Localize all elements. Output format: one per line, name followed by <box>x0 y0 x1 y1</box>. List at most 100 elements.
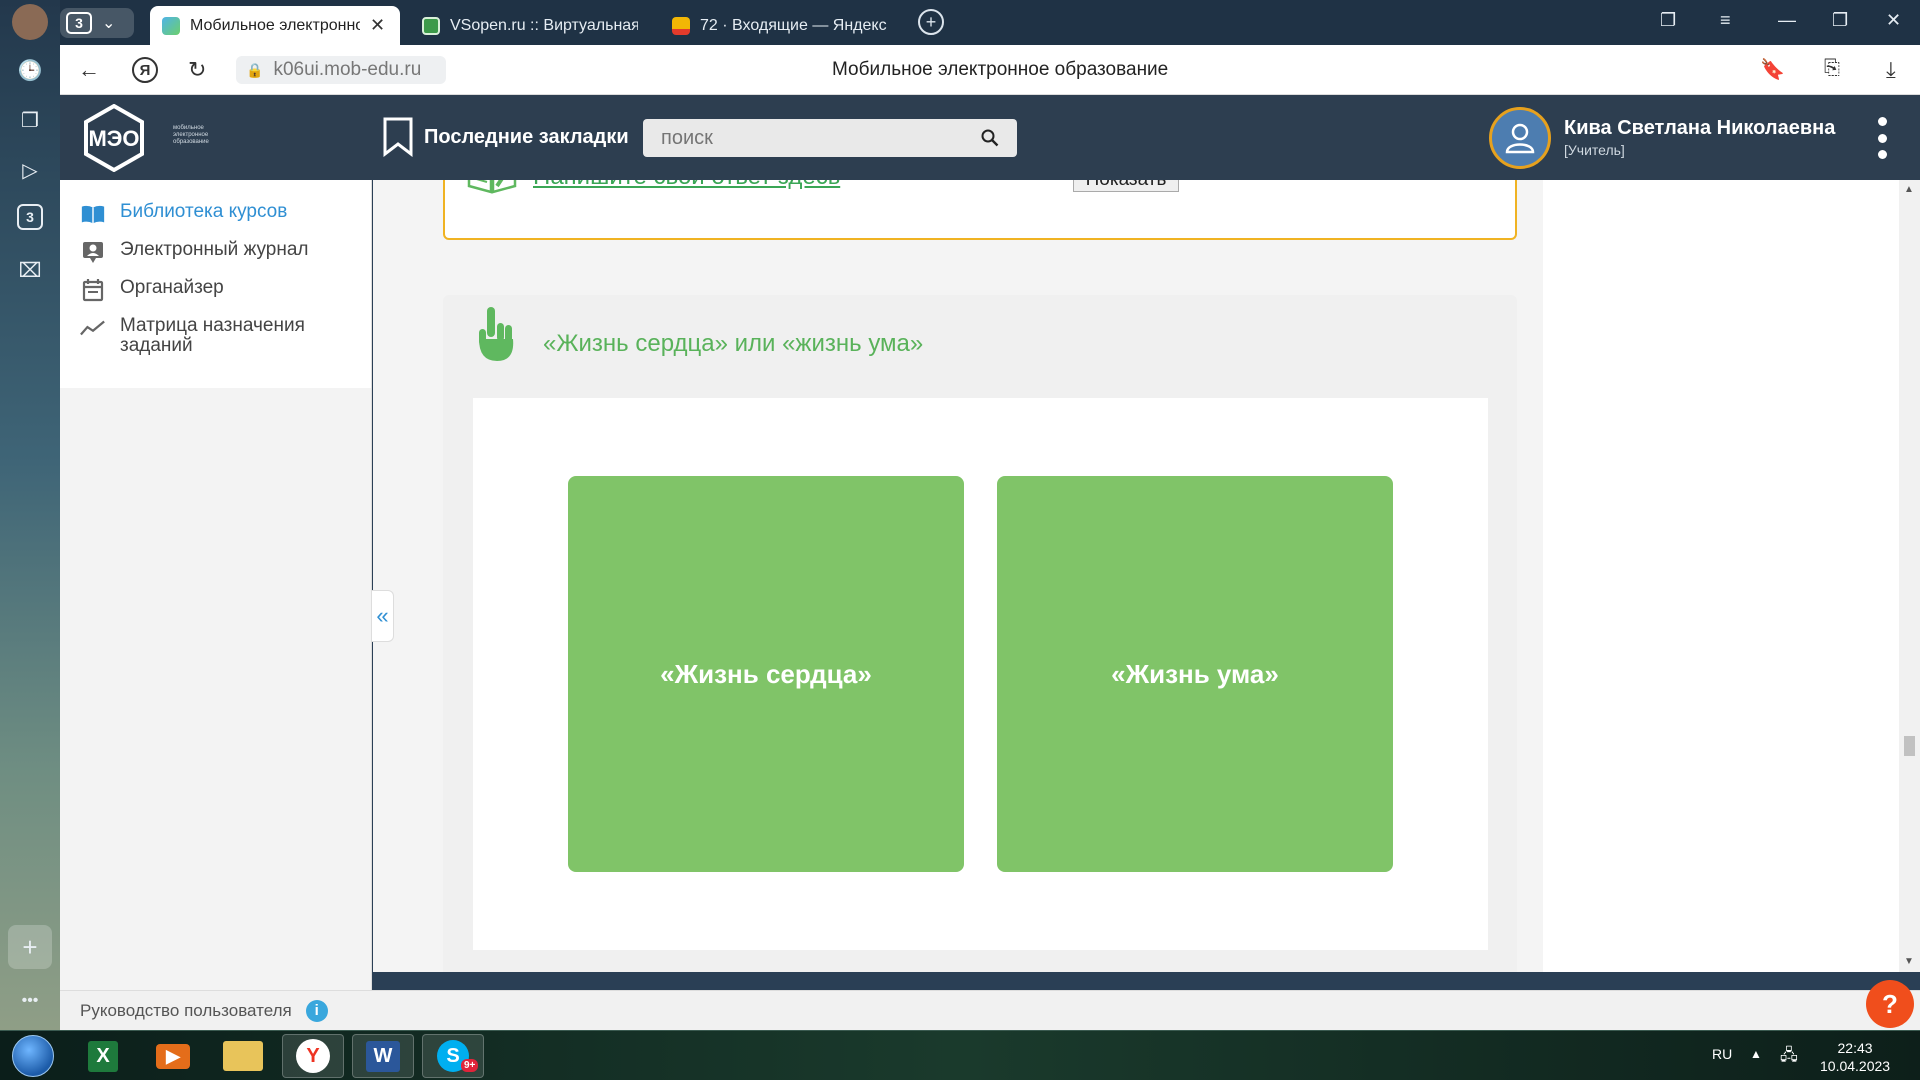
sidebar-item-organizer[interactable]: Органайзер <box>60 278 371 316</box>
tab-meo[interactable]: Мобильное электронное образование ✕ <box>150 6 400 45</box>
book-icon <box>80 202 106 226</box>
bookmark-icon[interactable]: 🔖 <box>1760 57 1785 82</box>
tab-yandex-mail[interactable]: 72 · Входящие — Яндекс Почта <box>660 6 900 45</box>
url-field[interactable]: 🔒 k06ui.mob-edu.ru <box>236 56 446 84</box>
info-icon[interactable]: i <box>305 999 328 1022</box>
scrollbar-thumb[interactable] <box>1904 736 1915 756</box>
minimize-icon[interactable]: — <box>1778 10 1796 31</box>
excel-icon[interactable]: X <box>72 1034 134 1078</box>
choice-area: «Жизнь сердца» «Жизнь ума» <box>473 398 1488 950</box>
write-answer-link[interactable]: Напишите свой ответ здесь <box>533 180 840 191</box>
search-icon[interactable] <box>981 129 999 147</box>
site-header: МЭО мобильное электронное образование По… <box>60 95 1920 180</box>
sidebar-menu: Библиотека курсов Электронный журнал Орг… <box>60 180 371 388</box>
user-icon <box>1505 123 1535 154</box>
chart-line-icon <box>80 316 106 340</box>
sidebar-item-label: Библиотека курсов <box>120 201 288 222</box>
avatar[interactable] <box>1489 107 1551 169</box>
network-icon[interactable]: 🖧 <box>1780 1044 1798 1071</box>
user-name[interactable]: Кива Светлана Николаевна <box>1564 117 1835 140</box>
help-button[interactable]: ? <box>1866 980 1914 1028</box>
tab-group-count: 3 <box>66 12 92 34</box>
skype-badge: 9+ <box>461 1059 479 1072</box>
tabs-overview-icon[interactable]: ❐ <box>1660 10 1676 31</box>
chevron-down-icon: ⌄ <box>102 15 116 32</box>
word-icon[interactable]: W <box>352 1034 414 1078</box>
sidebar-item-label: Матрица назначения заданий <box>120 315 305 356</box>
video-play-icon[interactable]: ▷ <box>14 154 46 186</box>
show-button[interactable]: Показать <box>1073 180 1179 192</box>
more-vertical-icon[interactable] <box>1876 117 1888 159</box>
sidebar-item-label: Электронный журнал <box>120 239 309 260</box>
yandex-browser-icon[interactable]: Y <box>282 1034 344 1078</box>
mail-envelope-icon <box>672 16 690 35</box>
language-indicator[interactable]: RU <box>1712 1046 1732 1062</box>
footer: Руководство пользователя i <box>60 990 1920 1030</box>
lock-icon: 🔒 <box>246 61 264 78</box>
tab-group-icon[interactable]: 3 <box>17 204 43 230</box>
scroll-down-icon[interactable]: ▼ <box>1904 956 1914 967</box>
meo-logo[interactable]: МЭО <box>80 104 148 172</box>
tray-expand-icon[interactable]: ▲ <box>1750 1047 1762 1061</box>
close-window-icon[interactable]: ✕ <box>1886 10 1901 31</box>
user-guide-link[interactable]: Руководство пользователя <box>80 1001 292 1021</box>
tab-group-switcher[interactable]: 3 ⌄ <box>60 8 134 38</box>
screenshot-camera-icon[interactable]: ⌧ <box>14 254 46 286</box>
close-icon[interactable]: ✕ <box>370 15 385 36</box>
tab-vsopen[interactable]: VSopen.ru :: Виртуальная школа <box>410 6 650 45</box>
history-icon[interactable]: 🕒 <box>14 54 46 86</box>
logo-subtitle: мобильное электронное образование <box>173 125 209 145</box>
sidebar-item-library[interactable]: Библиотека курсов <box>60 202 371 240</box>
person-card-icon <box>80 240 106 264</box>
bookmarks-label: Последние закладки <box>424 125 629 148</box>
tab-bar: 3 ⌄ Мобильное электронное образование ✕ … <box>60 0 1920 45</box>
search-input[interactable] <box>661 126 941 150</box>
user-role: [Учитель] <box>1564 142 1625 158</box>
file-explorer-icon[interactable] <box>212 1034 274 1078</box>
page-title: Мобильное электронное образование <box>832 59 1169 80</box>
sidebar-item-label: Органайзер <box>120 277 224 298</box>
scroll-up-icon[interactable]: ▲ <box>1904 184 1914 195</box>
back-arrow-icon[interactable]: ← <box>78 57 100 83</box>
bookmark-outline-icon <box>383 117 413 157</box>
sidebar-item-journal[interactable]: Электронный журнал <box>60 240 371 278</box>
vertical-scrollbar[interactable]: ▲ ▼ <box>1899 180 1920 972</box>
right-pane <box>1543 180 1920 972</box>
task-title: «Жизнь сердца» или «жизнь ума» <box>543 330 924 357</box>
recent-bookmarks-button[interactable]: Последние закладки <box>382 117 629 157</box>
meo-favicon-icon <box>162 16 180 35</box>
menu-hamburger-icon[interactable]: ≡ <box>1720 10 1731 31</box>
svg-text:МЭО: МЭО <box>88 126 139 151</box>
skype-icon[interactable]: S 9+ <box>422 1034 484 1078</box>
pointing-hand-icon <box>479 307 514 361</box>
choice-heart-life-button[interactable]: «Жизнь сердца» <box>568 476 964 872</box>
tab-label: Мобильное электронное образование <box>190 16 360 34</box>
url-text: k06ui.mob-edu.ru <box>273 59 422 80</box>
task-card: «Жизнь сердца» или «жизнь ума» «Жизнь се… <box>443 295 1517 972</box>
clock[interactable]: 22:43 10.04.2023 <box>1820 1039 1890 1075</box>
windows-taskbar: X ▶ Y W S 9+ RU ▲ 🖧 22:43 10.04.2023 <box>0 1030 1920 1080</box>
browser-side-panel: 🕒 ❐ ▷ 3 ⌧ + ••• <box>0 0 60 1030</box>
new-tab-button[interactable]: + <box>918 9 944 35</box>
reload-icon[interactable]: ↻ <box>188 57 206 83</box>
restore-window-icon[interactable]: ❐ <box>1832 10 1848 31</box>
collections-icon[interactable]: ❐ <box>14 104 46 136</box>
collapse-sidebar-button[interactable]: « <box>372 590 394 642</box>
start-button[interactable] <box>12 1035 54 1077</box>
add-panel-button[interactable]: + <box>8 925 52 969</box>
media-player-icon[interactable]: ▶ <box>142 1034 204 1078</box>
sidebar: Библиотека курсов Электронный журнал Орг… <box>60 180 372 990</box>
sidebar-item-matrix[interactable]: Матрица назначения заданий <box>60 316 371 368</box>
answer-card: Напишите свой ответ здесь Показать <box>443 180 1517 240</box>
choice-mind-life-button[interactable]: «Жизнь ума» <box>997 476 1393 872</box>
search-box <box>643 119 1017 157</box>
yandex-logo-icon[interactable]: Я <box>132 57 158 83</box>
main-content: Напишите свой ответ здесь Показать «Жизн… <box>373 180 1920 972</box>
clock-date: 10.04.2023 <box>1820 1058 1891 1074</box>
more-dots-icon[interactable]: ••• <box>14 985 46 1017</box>
reader-mode-icon[interactable]: ⎘ <box>1824 57 1840 80</box>
calendar-icon <box>80 278 106 302</box>
download-icon[interactable]: ⤓ <box>1886 57 1896 83</box>
profile-avatar[interactable] <box>12 4 48 40</box>
tab-label: VSopen.ru :: Виртуальная школа <box>450 16 638 34</box>
